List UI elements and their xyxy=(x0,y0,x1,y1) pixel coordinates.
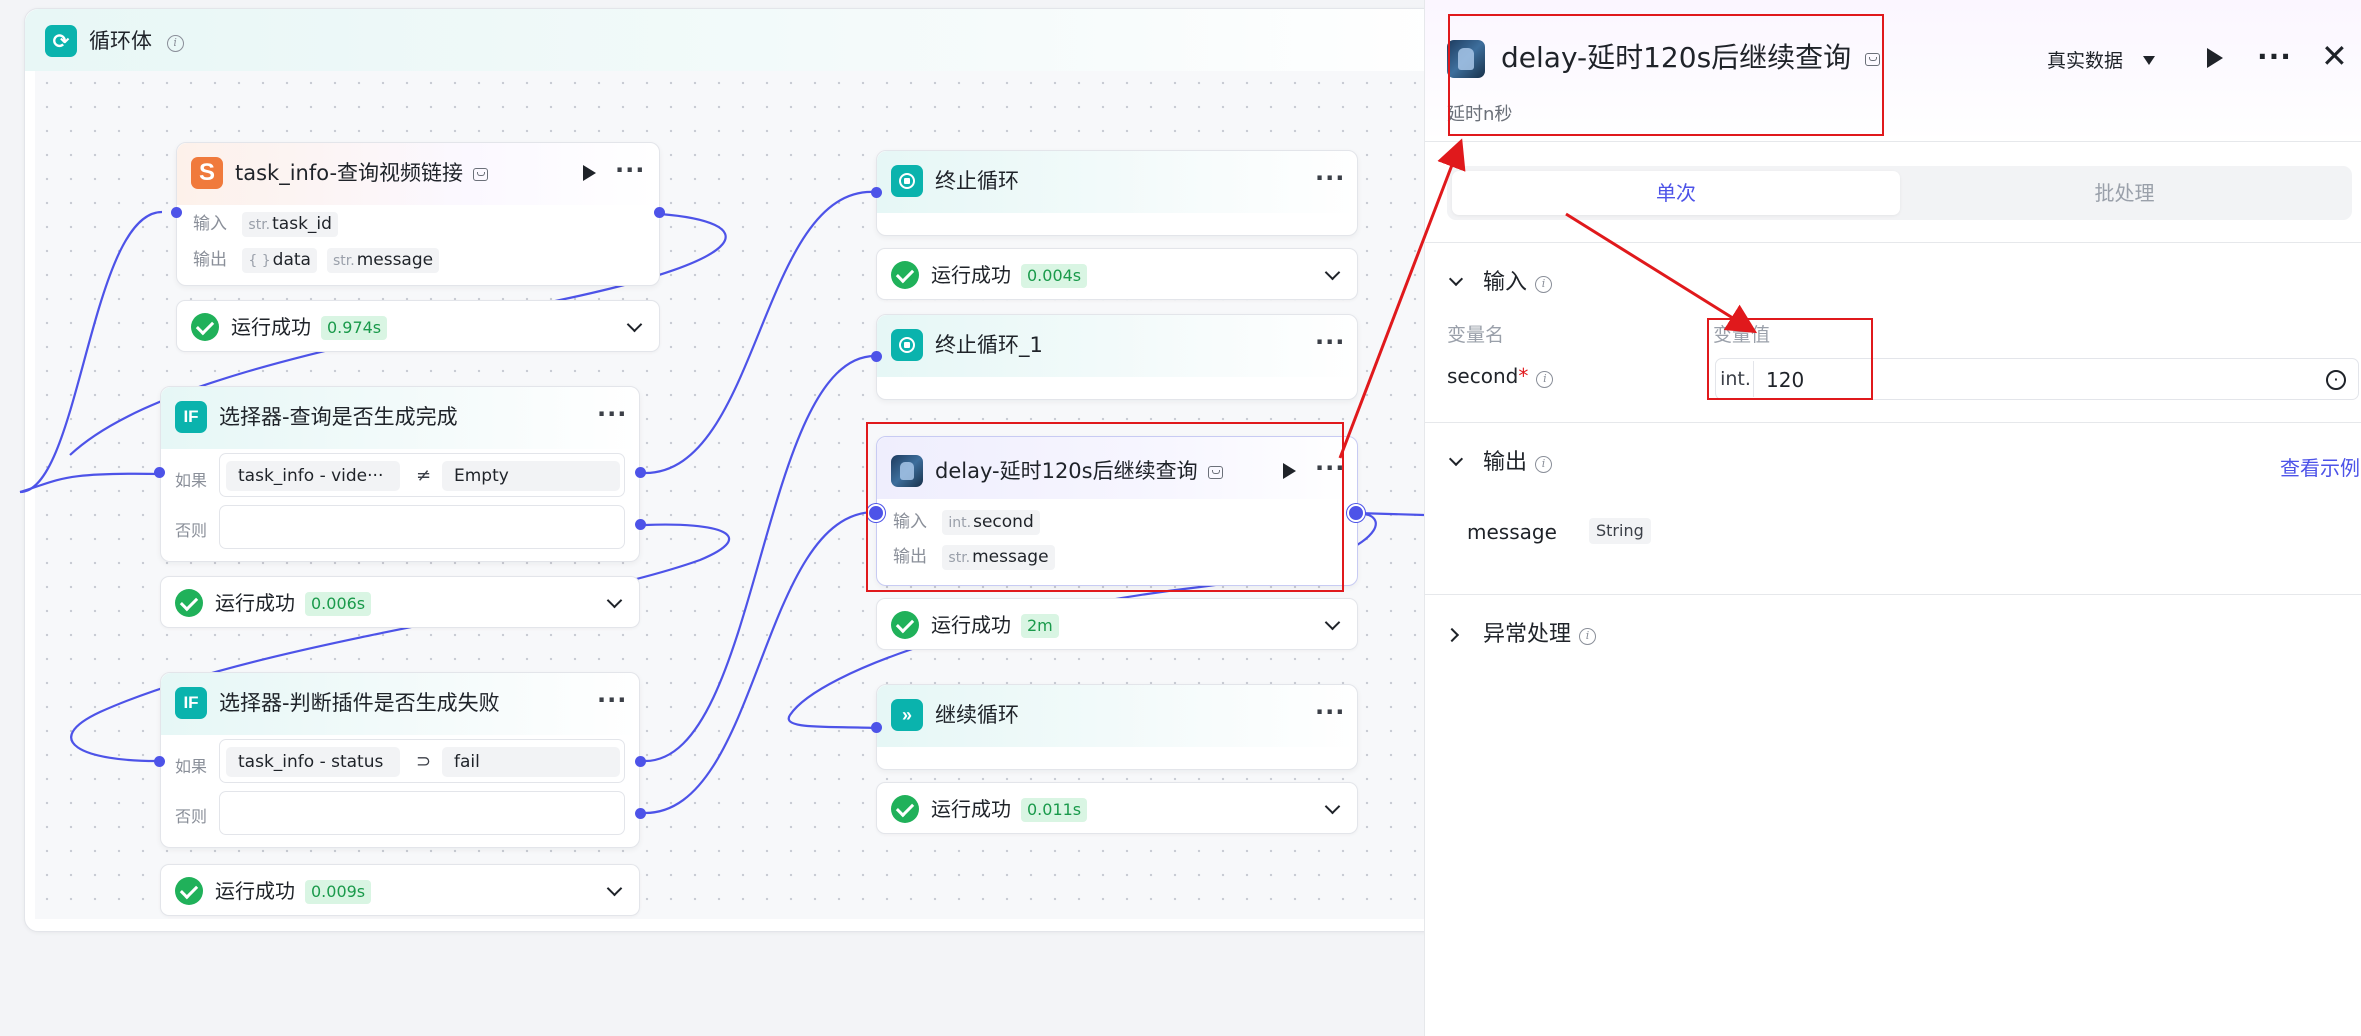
arrow-to-value xyxy=(1565,212,1758,334)
arrow-to-panel-title xyxy=(1338,138,1466,459)
annotation-arrows xyxy=(1338,138,1758,459)
